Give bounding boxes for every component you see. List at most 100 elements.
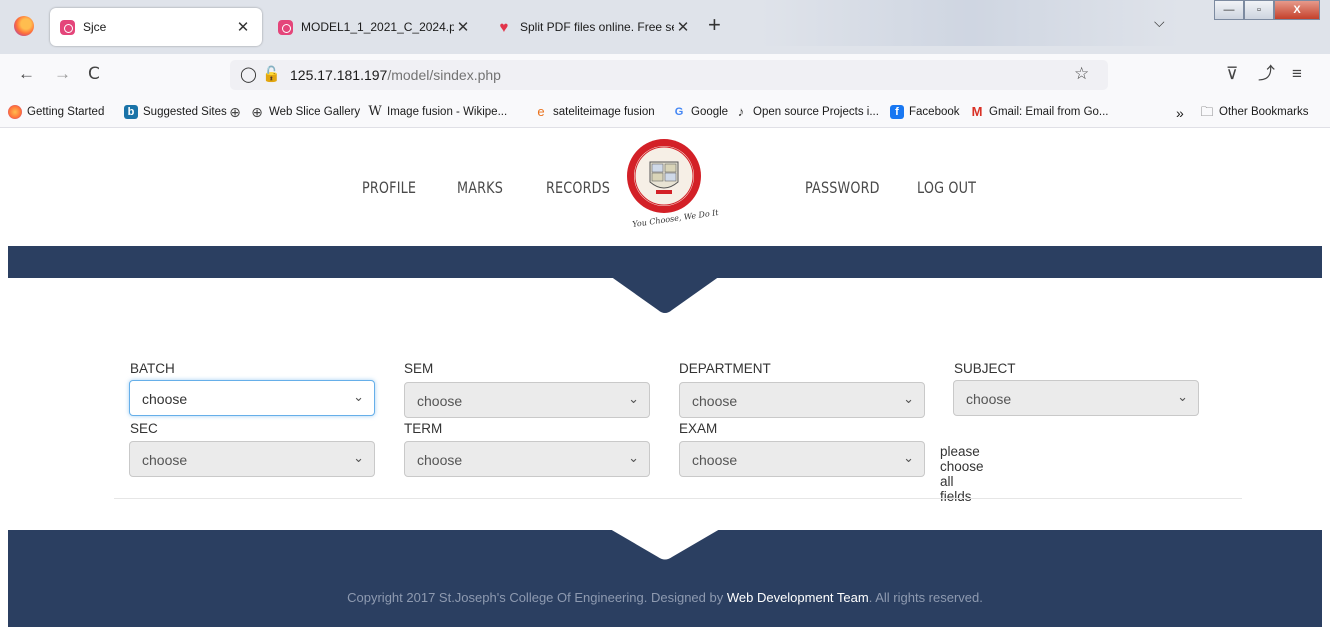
department-label: DEPARTMENT	[679, 361, 771, 376]
bookmark-label: Facebook	[909, 106, 960, 118]
bookmarks-toolbar: Getting Started b Suggested Sites ⊕ ⊕ We…	[0, 96, 1330, 128]
navigation-toolbar: ← → C ◯ 🔓 125.17.181.197/model/sindex.ph…	[0, 54, 1330, 96]
insecure-lock-icon[interactable]: 🔓	[262, 65, 281, 85]
term-label: TERM	[404, 421, 443, 436]
sec-select-value: choose	[142, 452, 188, 468]
forward-icon[interactable]: →	[54, 64, 71, 84]
firefox-icon	[8, 105, 22, 119]
copyright-text: Copyright 2017 St.Joseph's College Of En…	[0, 590, 1330, 605]
menu-icon[interactable]: ≡	[1292, 64, 1302, 84]
bookmark-label: Other Bookmarks	[1219, 106, 1309, 118]
firefox-icon[interactable]	[14, 16, 34, 36]
url-bar[interactable]: ◯ 🔓 125.17.181.197/model/sindex.php ☆	[230, 60, 1108, 90]
exam-select[interactable]: choose ⌄	[679, 441, 925, 477]
nav-profile[interactable]: PROFILE	[362, 178, 416, 197]
tab-title: Split PDF files online. Free servic	[520, 20, 674, 34]
sec-label: SEC	[130, 421, 158, 436]
bookmark-facebook[interactable]: f Facebook	[890, 105, 960, 119]
back-icon[interactable]: ←	[18, 64, 35, 84]
copyright-suffix: . All rights reserved.	[868, 590, 983, 605]
sem-select[interactable]: choose ⌄	[404, 382, 650, 418]
copyright-prefix: Copyright 2017 St.Joseph's College Of En…	[347, 590, 727, 605]
bookmark-open-source-projects[interactable]: ♪ Open source Projects i...	[734, 105, 879, 119]
subject-select[interactable]: choose ⌄	[953, 380, 1199, 416]
minimize-button[interactable]: —	[1214, 0, 1244, 20]
bookmark-label: Google	[691, 106, 729, 118]
project-icon: ♪	[737, 104, 745, 119]
tab-split-pdf[interactable]: ♥ Split PDF files online. Free servic ✕	[488, 8, 700, 46]
nav-logout[interactable]: LOG OUT	[917, 178, 976, 197]
url-host: 125.17.181.197	[290, 67, 388, 83]
college-logo-icon[interactable]	[626, 138, 702, 214]
nav-password[interactable]: PASSWORD	[805, 178, 880, 197]
chevron-down-icon: ⌄	[903, 391, 914, 406]
web-team-link[interactable]: Web Development Team	[727, 590, 869, 605]
close-tab-icon[interactable]: ✕	[454, 18, 472, 36]
site-favicon-icon	[60, 19, 75, 35]
tab-strip-background	[760, 0, 1180, 46]
nav-records[interactable]: RECORDS	[546, 178, 610, 197]
maximize-button[interactable]: ▫	[1244, 0, 1274, 20]
gmail-icon: M	[971, 104, 983, 119]
pocket-icon[interactable]: ⊽	[1226, 64, 1238, 84]
bookmark-getting-started[interactable]: Getting Started	[8, 105, 104, 119]
reload-icon[interactable]: C	[88, 64, 100, 84]
bookmark-sateliteimage-fusion[interactable]: e sateliteimage fusion	[534, 104, 655, 119]
department-select-value: choose	[692, 393, 738, 409]
chevron-down-icon: ⌄	[353, 389, 364, 404]
sec-select[interactable]: choose ⌄	[129, 441, 375, 477]
tab-bar: Sjce ✕ MODEL1_1_2021_C_2024.pdf ✕ ♥ Spli…	[0, 0, 1330, 54]
bookmarks-overflow-icon[interactable]: »	[1176, 105, 1184, 121]
share-icon[interactable]: ⤴	[1258, 64, 1275, 84]
exam-select-value: choose	[692, 452, 738, 468]
form-divider	[114, 498, 1242, 499]
bing-icon: b	[124, 105, 138, 119]
close-window-button[interactable]: X	[1274, 0, 1320, 20]
list-tabs-icon[interactable]: ⌵	[1154, 14, 1165, 31]
bookmark-label: Image fusion - Wikipe...	[387, 106, 508, 118]
new-tab-button[interactable]: +	[708, 14, 721, 36]
other-bookmarks[interactable]: 🗀 Other Bookmarks	[1200, 105, 1308, 119]
department-select[interactable]: choose ⌄	[679, 382, 925, 418]
bookmark-label: Web Slice Gallery	[269, 106, 361, 118]
batch-select[interactable]: choose ⌄	[129, 380, 375, 416]
bookmark-globe[interactable]: ⊕	[228, 105, 247, 119]
globe-icon: ⊕	[229, 104, 241, 120]
close-tab-icon[interactable]: ✕	[234, 18, 252, 36]
bookmark-label: sateliteimage fusion	[553, 106, 655, 118]
nav-marks[interactable]: MARKS	[457, 178, 503, 197]
elsevier-icon: e	[537, 104, 545, 119]
heart-favicon-icon: ♥	[499, 18, 509, 36]
tab-model-pdf[interactable]: MODEL1_1_2021_C_2024.pdf ✕	[270, 8, 480, 46]
header-band	[8, 246, 1322, 278]
wikipedia-icon: W	[368, 104, 382, 119]
header-chevron	[610, 276, 720, 313]
bookmark-google[interactable]: G Google	[672, 105, 728, 119]
google-icon: G	[674, 106, 684, 118]
tracking-shield-icon[interactable]: ◯	[240, 65, 257, 85]
bookmark-label: Getting Started	[27, 106, 105, 118]
url-text[interactable]: 125.17.181.197/model/sindex.php	[290, 67, 501, 83]
bookmark-label: Suggested Sites	[143, 106, 227, 118]
facebook-icon: f	[890, 105, 904, 119]
batch-label: BATCH	[130, 361, 175, 376]
overflow-glyph: »	[1176, 105, 1184, 121]
site-favicon-icon	[278, 19, 293, 35]
folder-icon: 🗀	[1200, 104, 1214, 119]
chevron-down-icon: ⌄	[903, 450, 914, 465]
bookmark-star-icon[interactable]: ☆	[1074, 64, 1089, 84]
bookmark-suggested-sites[interactable]: b Suggested Sites	[124, 105, 227, 119]
bookmark-image-fusion[interactable]: W Image fusion - Wikipe...	[368, 105, 507, 119]
chevron-down-icon: ⌄	[1177, 389, 1188, 404]
exam-label: EXAM	[679, 421, 718, 436]
close-tab-icon[interactable]: ✕	[674, 18, 692, 36]
bookmark-web-slice-gallery[interactable]: ⊕ Web Slice Gallery	[250, 105, 360, 119]
tab-sjce[interactable]: Sjce ✕	[50, 8, 262, 46]
bookmark-label: Gmail: Email from Go...	[989, 106, 1109, 118]
term-select-value: choose	[417, 452, 463, 468]
chevron-down-icon: ⌄	[628, 391, 639, 406]
chevron-down-icon: ⌄	[353, 450, 364, 465]
bookmark-gmail[interactable]: M Gmail: Email from Go...	[970, 105, 1109, 119]
footer-chevron	[610, 529, 720, 560]
term-select[interactable]: choose ⌄	[404, 441, 650, 477]
